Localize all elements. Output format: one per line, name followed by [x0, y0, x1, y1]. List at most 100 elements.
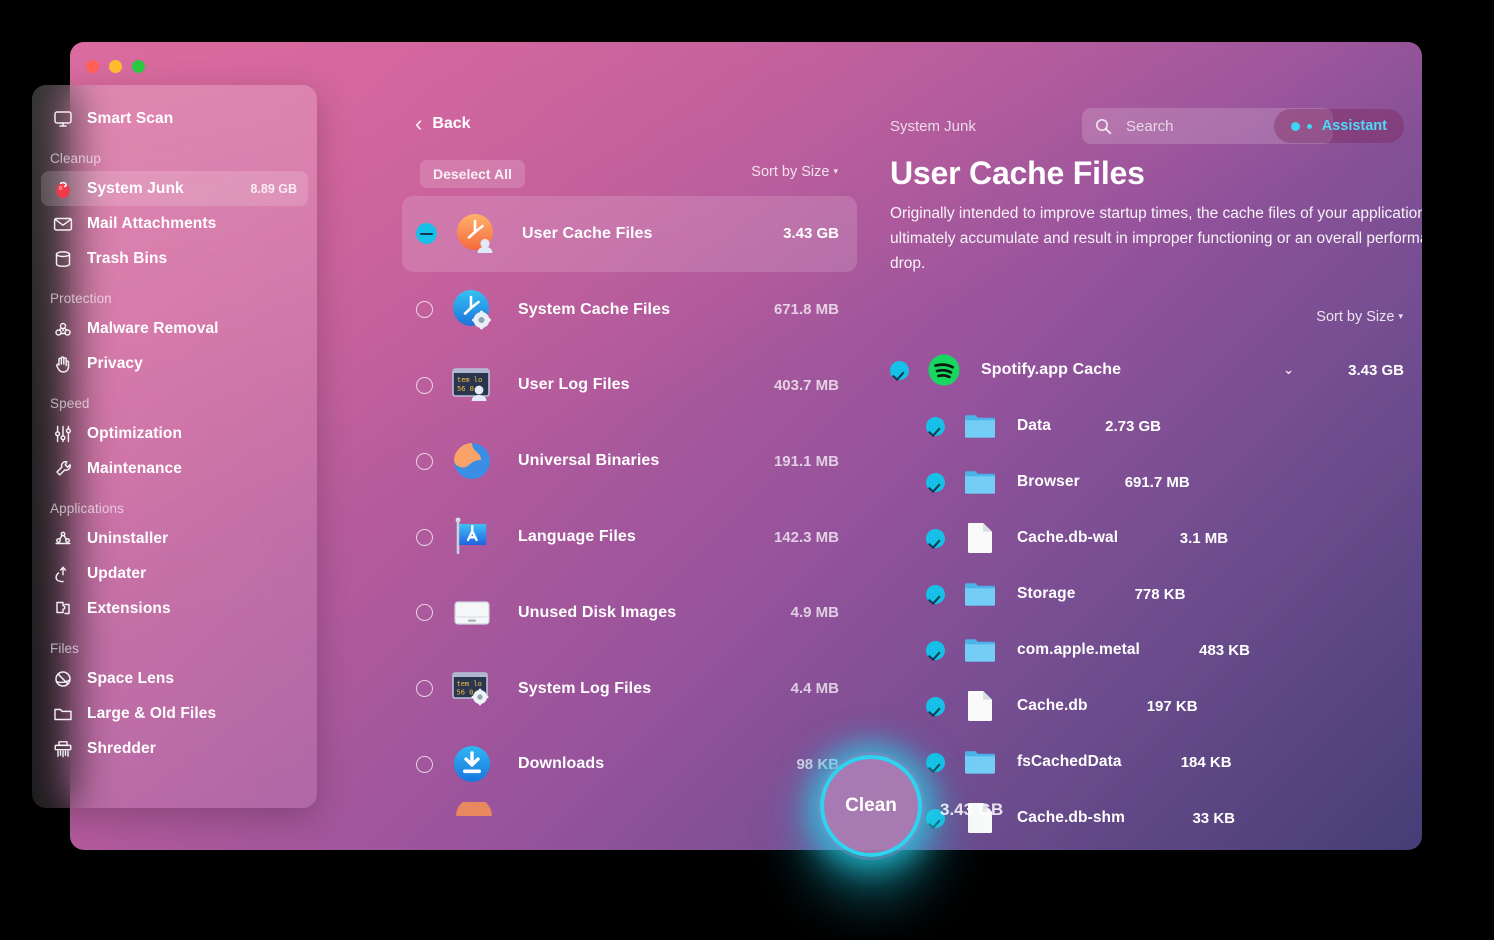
system-junk-icon	[52, 178, 74, 200]
checkbox-checked-icon[interactable]	[926, 641, 945, 660]
sidebar-item-maintenance[interactable]: Maintenance	[41, 451, 308, 486]
zoom-button[interactable]	[132, 60, 145, 73]
checkbox-unchecked-icon[interactable]	[416, 604, 433, 621]
sidebar-item-uninstaller[interactable]: Uninstaller	[41, 521, 308, 556]
sidebar-item-shredder[interactable]: Shredder	[41, 731, 308, 766]
sidebar-group-title: Cleanup	[32, 136, 317, 171]
sidebar-item-smart-scan[interactable]: Smart Scan	[41, 101, 308, 136]
cache-file-name: Browser	[1017, 473, 1080, 491]
breadcrumb: System Junk	[890, 118, 976, 135]
junk-row-name: System Cache Files	[518, 301, 670, 319]
checkbox-checked-icon[interactable]	[890, 361, 909, 380]
chevron-left-icon: ‹	[415, 113, 422, 135]
svg-text:tem lo: tem lo	[457, 376, 482, 384]
checkbox-unchecked-icon[interactable]	[416, 377, 433, 394]
chevron-down-icon[interactable]: ⌄	[1283, 362, 1294, 378]
sidebar-item-malware-removal[interactable]: Malware Removal	[41, 311, 308, 346]
cache-group-row[interactable]: Spotify.app Cache⌄3.43 GB	[890, 342, 1404, 398]
sidebar-item-label: Maintenance	[87, 460, 182, 478]
cache-file-size: 197 KB	[1088, 698, 1198, 715]
cache-file-row-storage[interactable]: Storage778 KB	[890, 566, 1404, 622]
assistant-dots-icon	[1291, 122, 1300, 131]
junk-row-universal-binaries[interactable]: Universal Binaries191.1 MB	[402, 423, 857, 499]
cache-file-list[interactable]: Spotify.app Cache⌄3.43 GBData2.73 GBBrow…	[890, 342, 1404, 850]
folder-icon	[962, 744, 998, 780]
checkbox-checked-icon[interactable]	[926, 753, 945, 772]
junk-row-size: 4.9 MB	[791, 604, 839, 621]
search-placeholder: Search	[1126, 118, 1174, 135]
junk-row-user-log-files[interactable]: tem lo56 0User Log Files403.7 MB	[402, 348, 857, 424]
checkbox-partial-icon[interactable]	[416, 223, 437, 244]
sidebar-item-label: Optimization	[87, 425, 182, 443]
sidebar-item-label: Smart Scan	[87, 110, 173, 128]
sidebar-item-space-lens[interactable]: Space Lens	[41, 661, 308, 696]
checkbox-unchecked-icon[interactable]	[416, 680, 433, 697]
deselect-all-button[interactable]: Deselect All	[420, 160, 525, 188]
user-cache-icon	[454, 212, 498, 256]
junk-row-system-log-files[interactable]: tem lo56 0System Log Files4.4 MB	[402, 651, 857, 727]
cache-file-name: Cache.db-wal	[1017, 529, 1118, 547]
sidebar-item-label: Updater	[87, 565, 146, 583]
user-log-icon: tem lo56 0	[450, 363, 494, 407]
junk-row-name: Unused Disk Images	[518, 604, 676, 622]
checkbox-unchecked-icon[interactable]	[416, 756, 433, 773]
assistant-button[interactable]: Assistant	[1274, 109, 1404, 143]
cache-file-row-browser[interactable]: Browser691.7 MB	[890, 454, 1404, 510]
cache-file-size: 778 KB	[1075, 586, 1185, 603]
uninstaller-icon	[52, 528, 74, 550]
shredder-icon	[52, 738, 74, 760]
folder-icon	[962, 576, 998, 612]
sidebar: Smart Scan CleanupSystem Junk8.89 GB Mail …	[32, 85, 317, 808]
checkbox-unchecked-icon[interactable]	[416, 301, 433, 318]
junk-row-downloads[interactable]: Downloads98 KB	[402, 727, 857, 803]
sidebar-item-extensions[interactable]: Extensions	[41, 591, 308, 626]
extensions-icon	[52, 598, 74, 620]
cache-file-name: Storage	[1017, 585, 1075, 603]
junk-row-system-cache-files[interactable]: System Cache Files 671.8 MB	[402, 272, 857, 348]
sort-by-size-middle[interactable]: Sort by Size▾	[751, 164, 838, 180]
sidebar-item-updater[interactable]: Updater	[41, 556, 308, 591]
biohazard-icon	[52, 318, 74, 340]
junk-category-list[interactable]: User Cache Files3.43 GBSystem Cache File…	[402, 196, 857, 850]
sidebar-item-large-old-files[interactable]: Large & Old Files	[41, 696, 308, 731]
sidebar-item-mail-attachments[interactable]: Mail Attachments	[41, 206, 308, 241]
clean-button[interactable]: Clean	[820, 755, 922, 857]
checkbox-unchecked-icon[interactable]	[416, 529, 433, 546]
cache-file-row-cache-db-wal[interactable]: Cache.db-wal3.1 MB	[890, 510, 1404, 566]
cache-file-row-fscacheddata[interactable]: fsCachedData184 KB	[890, 734, 1404, 790]
checkbox-checked-icon[interactable]	[926, 529, 945, 548]
file-icon	[962, 520, 998, 556]
sidebar-item-trash-bins[interactable]: Trash Bins	[41, 241, 308, 276]
sidebar-group-title: Applications	[32, 486, 317, 521]
checkbox-unchecked-icon[interactable]	[416, 453, 433, 470]
sidebar-item-privacy[interactable]: Privacy	[41, 346, 308, 381]
close-button[interactable]	[86, 60, 99, 73]
junk-row-partial-next[interactable]	[402, 802, 857, 832]
checkbox-checked-icon[interactable]	[926, 697, 945, 716]
sidebar-item-label: Mail Attachments	[87, 215, 216, 233]
space-lens-icon	[52, 668, 74, 690]
junk-row-language-files[interactable]: Language Files142.3 MB	[402, 499, 857, 575]
junk-row-name: System Log Files	[518, 680, 651, 698]
junk-row-unused-disk-images[interactable]: Unused Disk Images 4.9 MB	[402, 575, 857, 651]
cache-file-row-com-apple-metal[interactable]: com.apple.metal483 KB	[890, 622, 1404, 678]
back-button[interactable]: ‹ Back	[415, 113, 471, 135]
junk-row-size: 671.8 MB	[774, 301, 839, 318]
cache-file-row-data[interactable]: Data2.73 GB	[890, 398, 1404, 454]
sidebar-item-label: Space Lens	[87, 670, 174, 688]
checkbox-checked-icon[interactable]	[926, 473, 945, 492]
minimize-button[interactable]	[109, 60, 122, 73]
sidebar-item-system-junk[interactable]: System Junk8.89 GB	[41, 171, 308, 206]
sidebar-group-title: Files	[32, 626, 317, 661]
updater-icon	[52, 563, 74, 585]
cache-file-row-cache-db[interactable]: Cache.db197 KB	[890, 678, 1404, 734]
disk-image-icon	[450, 591, 494, 635]
junk-row-user-cache-files[interactable]: User Cache Files3.43 GB	[402, 196, 857, 272]
checkbox-checked-icon[interactable]	[926, 417, 945, 436]
sort-by-size-right[interactable]: Sort by Size▾	[1316, 309, 1403, 325]
sidebar-item-optimization[interactable]: Optimization	[41, 416, 308, 451]
sidebar-item-label: Extensions	[87, 600, 171, 618]
checkbox-checked-icon[interactable]	[926, 585, 945, 604]
cache-file-size: 184 KB	[1122, 754, 1232, 771]
sort-label: Sort by Size	[751, 164, 829, 180]
